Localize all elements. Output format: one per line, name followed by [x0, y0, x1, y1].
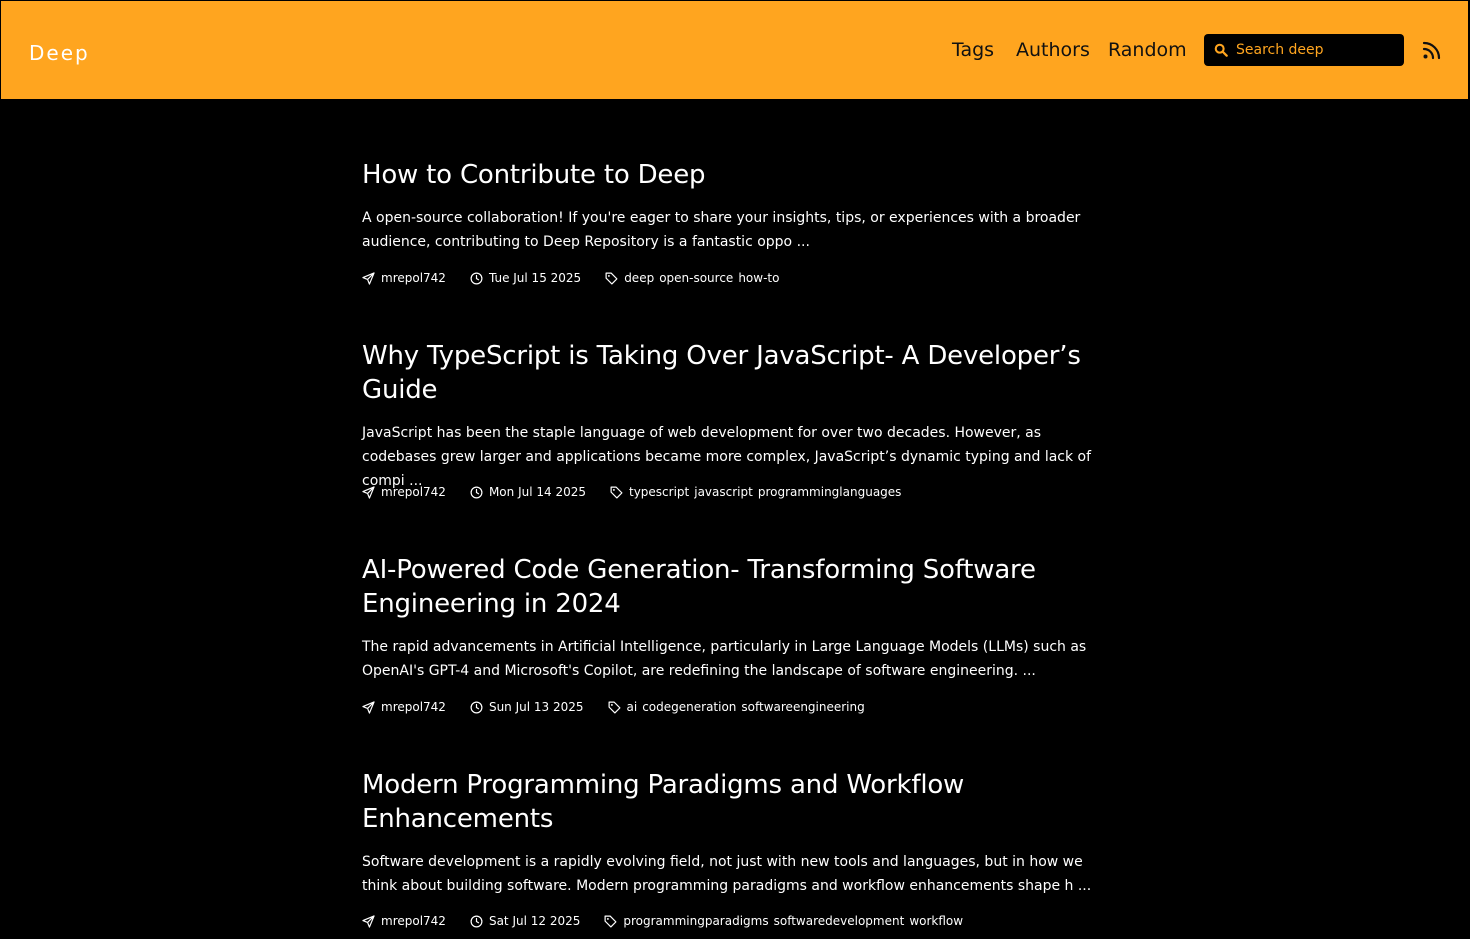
post-tag[interactable]: open-source [659, 271, 733, 285]
post-title[interactable]: Why TypeScript is Taking Over JavaScript… [362, 339, 1102, 407]
post-tag[interactable]: ai [627, 700, 638, 714]
post-tag[interactable]: deep [624, 271, 654, 285]
post-excerpt: The rapid advancements in Artificial Int… [362, 639, 1087, 679]
post-meta: mrepol742 Mon Jul 14 2025 typescript jav… [362, 483, 930, 501]
post-author[interactable]: mrepol742 [381, 700, 446, 714]
search-input[interactable] [1236, 42, 1396, 58]
post-date: Mon Jul 14 2025 [488, 485, 586, 499]
post-tag[interactable]: javascript [694, 485, 753, 499]
post-tag[interactable]: softwaredevelopment [774, 914, 905, 928]
post-author[interactable]: mrepol742 [381, 485, 446, 499]
nav-random[interactable]: Random [1108, 36, 1187, 64]
post-tag[interactable]: how-to [738, 271, 779, 285]
post-tag[interactable]: codegeneration [642, 700, 736, 714]
post-tag[interactable]: workflow [909, 914, 963, 928]
tag-icon [608, 701, 621, 713]
post-excerpt: A open-source collaboration! If you're e… [362, 210, 1081, 250]
tag-icon [605, 272, 618, 284]
send-icon [362, 700, 375, 714]
nav-authors[interactable]: Authors [1016, 36, 1090, 64]
post-meta: mrepol742 Sun Jul 13 2025 ai codegenerat… [362, 698, 894, 716]
site-logo[interactable]: Deep [29, 40, 90, 66]
post-tag[interactable]: softwareengineering [741, 700, 864, 714]
post-meta: mrepol742 Sat Jul 12 2025 programmingpar… [362, 912, 992, 930]
clock-icon [470, 915, 483, 927]
post-card: AI-Powered Code Generation- Transforming… [362, 553, 1102, 714]
post-author[interactable]: mrepol742 [381, 914, 446, 928]
search-icon [1214, 43, 1228, 57]
tag-icon [604, 915, 617, 927]
post-card: How to Contribute to Deep A open-source … [362, 158, 1102, 285]
tag-icon [610, 486, 623, 498]
post-title[interactable]: Modern Programming Paradigms and Workflo… [362, 768, 1102, 836]
post-excerpt: Software development is a rapidly evolvi… [362, 854, 1092, 894]
post-title[interactable]: AI-Powered Code Generation- Transforming… [362, 553, 1102, 621]
post-date: Tue Jul 15 2025 [488, 271, 582, 285]
post-meta: mrepol742 Tue Jul 15 2025 deep open-sour… [362, 269, 808, 287]
send-icon [362, 271, 375, 285]
post-tag[interactable]: programminglanguages [758, 485, 902, 499]
post-date: Sun Jul 13 2025 [488, 700, 584, 714]
send-icon [362, 914, 375, 928]
site-header: Deep Tags Authors Random [1, 1, 1468, 99]
post-tag[interactable]: programmingparadigms [623, 914, 768, 928]
post-date: Sat Jul 12 2025 [488, 914, 581, 928]
clock-icon [470, 272, 483, 284]
post-tag[interactable]: typescript [629, 485, 689, 499]
post-card: Modern Programming Paradigms and Workflo… [362, 768, 1102, 928]
rss-icon[interactable] [1422, 40, 1442, 60]
send-icon [362, 485, 375, 499]
clock-icon [470, 701, 483, 713]
search-box[interactable] [1204, 34, 1404, 66]
post-author[interactable]: mrepol742 [381, 271, 446, 285]
clock-icon [470, 486, 483, 498]
post-card: Why TypeScript is Taking Over JavaScript… [362, 339, 1102, 499]
nav-tags[interactable]: Tags [952, 36, 994, 64]
post-title[interactable]: How to Contribute to Deep [362, 158, 1102, 192]
